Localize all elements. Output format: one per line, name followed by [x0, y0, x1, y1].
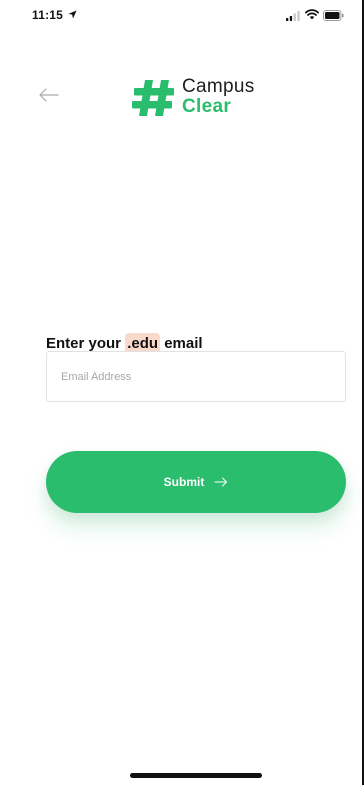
arrow-left-icon — [39, 88, 59, 102]
submit-label: Submit — [163, 475, 205, 489]
campus-clear-logo: Campus Clear — [132, 74, 292, 124]
login-screen: 11:15 Campus Clear Enter your .edu email… — [0, 0, 364, 785]
back-button[interactable] — [32, 82, 66, 108]
location-arrow-icon — [68, 10, 77, 19]
status-bar: 11:15 — [0, 0, 362, 34]
home-indicator[interactable] — [130, 773, 262, 778]
signal-icon — [286, 11, 300, 21]
hashtag-logo-icon — [132, 80, 174, 116]
wifi-icon — [305, 9, 319, 20]
email-address-input[interactable] — [46, 351, 346, 402]
heading-prefix: Enter your — [46, 335, 126, 352]
heading-suffix: email — [160, 335, 203, 352]
email-heading: Enter your .edu email — [46, 333, 203, 355]
submit-button[interactable]: Submit — [46, 451, 346, 513]
battery-icon — [323, 10, 344, 21]
logo-text-campus: Campus — [182, 76, 255, 97]
logo-text-clear: Clear — [182, 96, 232, 117]
arrow-right-icon — [214, 477, 228, 487]
status-time: 11:15 — [32, 8, 64, 22]
